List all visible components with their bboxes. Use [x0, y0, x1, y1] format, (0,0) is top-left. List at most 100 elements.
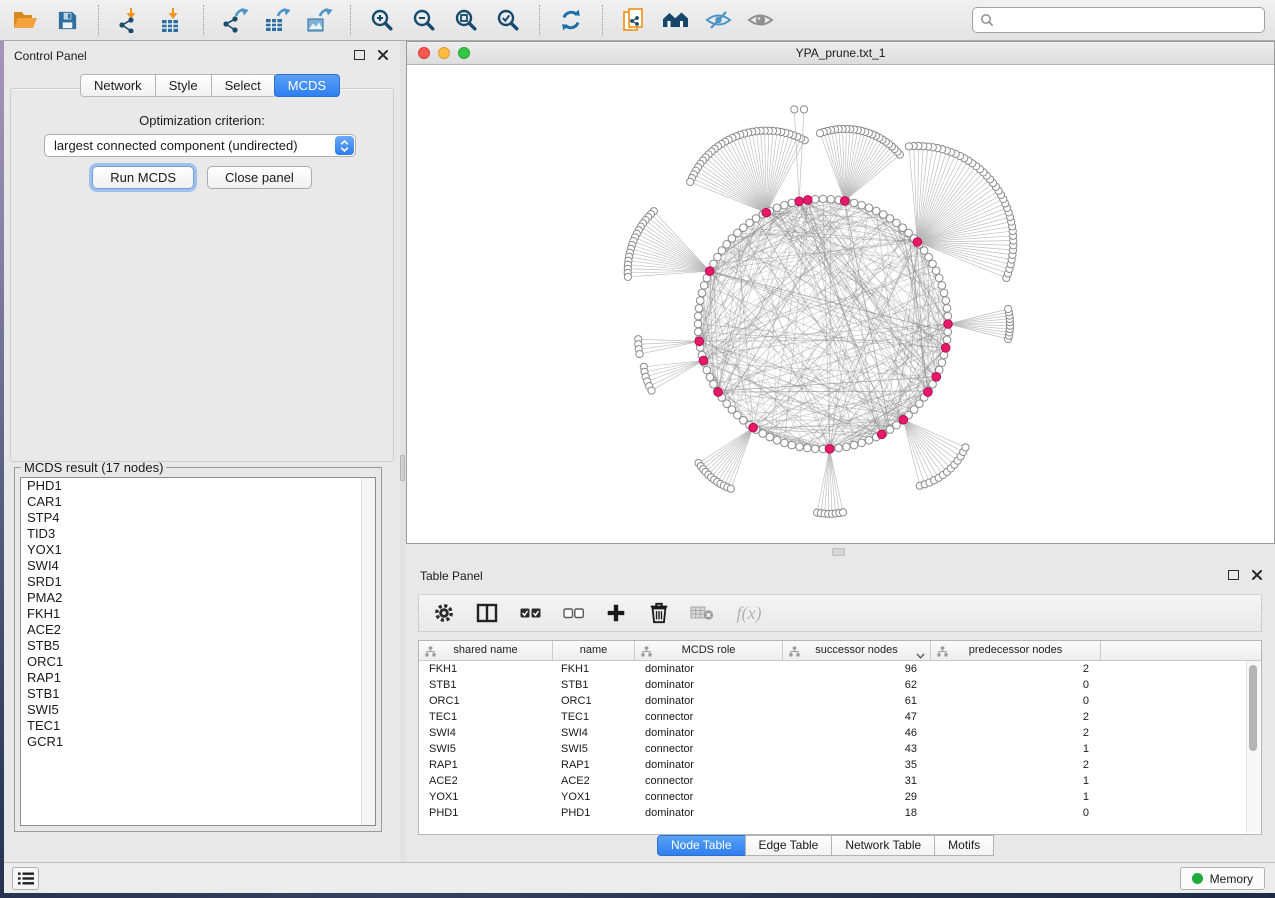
control-panel: Control Panel NetworkStyleSelectMCDS Opt… [4, 41, 400, 862]
toolbar-zoom-group [357, 3, 533, 37]
mcds-result-item[interactable]: SRD1 [21, 574, 375, 590]
plus-icon [606, 603, 626, 623]
mcds-result-item[interactable]: TID3 [21, 526, 375, 542]
divider-grip[interactable] [400, 455, 405, 481]
table-row[interactable]: PHD1 PHD1 dominator 18 0 [419, 805, 1261, 821]
open-folder-icon [12, 8, 38, 32]
open-session-button[interactable] [4, 3, 46, 37]
table-tab[interactable]: Node Table [657, 835, 746, 856]
mcds-result-item[interactable]: FKH1 [21, 606, 375, 622]
column-header[interactable]: name [553, 641, 635, 660]
chevron-updown-icon [335, 136, 354, 155]
table-tab[interactable]: Motifs [934, 835, 994, 856]
minimize-window-icon[interactable] [438, 47, 450, 59]
show-column-panes-button[interactable] [474, 599, 500, 627]
new-network-from-selection-button[interactable] [613, 3, 655, 37]
mcds-result-item[interactable]: STP4 [21, 510, 375, 526]
zoom-in-icon [369, 7, 395, 33]
export-network-icon [222, 7, 249, 33]
mcds-list-scrollbar[interactable] [361, 478, 375, 825]
close-panel-icon[interactable] [378, 50, 388, 60]
fit-content-button[interactable] [445, 3, 487, 37]
criterion-value: largest connected component (undirected) [45, 138, 335, 153]
toolbar-separator [602, 5, 603, 35]
control-panel-tab[interactable]: Select [211, 74, 275, 97]
control-panel-title: Control Panel [14, 49, 87, 63]
control-panel-tab[interactable]: Network [80, 74, 156, 97]
table-row[interactable]: SWI4 SWI4 dominator 46 2 [419, 725, 1261, 741]
import-table-button[interactable] [151, 3, 193, 37]
table-row[interactable]: TEC1 TEC1 connector 47 2 [419, 709, 1261, 725]
horizontal-split-grip[interactable] [832, 548, 845, 556]
close-panel-button[interactable]: Close panel [207, 166, 312, 189]
zoom-in-button[interactable] [361, 3, 403, 37]
apply-function-button[interactable]: f(x) [732, 599, 766, 627]
network-window-titlebar[interactable]: YPA_prune.txt_1 [407, 42, 1274, 65]
table-row[interactable]: ORC1 ORC1 dominator 61 0 [419, 693, 1261, 709]
control-panel-tab[interactable]: Style [155, 74, 212, 97]
mcds-result-item[interactable]: YOX1 [21, 542, 375, 558]
float-panel-icon[interactable] [354, 50, 365, 60]
toolbar-separator [350, 5, 351, 35]
delete-table-button[interactable] [689, 599, 715, 627]
show-graphics-details-button[interactable] [739, 3, 781, 37]
table-row[interactable]: FKH1 FKH1 dominator 96 2 [419, 661, 1261, 677]
network-canvas[interactable] [407, 65, 1274, 544]
table-body: FKH1 FKH1 dominator 96 2 STB1 STB1 domin… [419, 661, 1261, 821]
import-network-button[interactable] [109, 3, 151, 37]
column-settings-button[interactable] [431, 599, 457, 627]
mcds-result-item[interactable]: SWI4 [21, 558, 375, 574]
mcds-result-item[interactable]: ACE2 [21, 622, 375, 638]
control-panel-tab[interactable]: MCDS [274, 74, 340, 97]
zoom-out-button[interactable] [403, 3, 445, 37]
mcds-result-item[interactable]: STB5 [21, 638, 375, 654]
mcds-result-item[interactable]: RAP1 [21, 670, 375, 686]
export-image-button[interactable] [298, 3, 340, 37]
table-row[interactable]: STB1 STB1 dominator 62 0 [419, 677, 1261, 693]
mcds-result-item[interactable]: CAR1 [21, 494, 375, 510]
export-network-button[interactable] [214, 3, 256, 37]
show-home-button[interactable] [655, 3, 697, 37]
criterion-select[interactable]: largest connected component (undirected) [44, 134, 356, 157]
mcds-result-item[interactable]: TEC1 [21, 718, 375, 734]
apply-layout-button[interactable] [550, 3, 592, 37]
zoom-selected-button[interactable] [487, 3, 529, 37]
close-window-icon[interactable] [418, 47, 430, 59]
mcds-result-item[interactable]: PHD1 [21, 478, 375, 494]
column-header[interactable]: successor nodes [783, 641, 931, 660]
select-all-rows-button[interactable] [517, 599, 543, 627]
mcds-result-item[interactable]: GCR1 [21, 734, 375, 750]
deselect-all-rows-button[interactable] [560, 599, 586, 627]
table-row[interactable]: SWI5 SWI5 connector 43 1 [419, 741, 1261, 757]
export-table-button[interactable] [256, 3, 298, 37]
mcds-result-item[interactable]: SWI5 [21, 702, 375, 718]
save-session-button[interactable] [46, 3, 88, 37]
memory-button[interactable]: Memory [1180, 867, 1265, 890]
table-panel: Table Panel f(x) [406, 562, 1275, 862]
close-panel-icon[interactable] [1252, 570, 1262, 580]
float-panel-icon[interactable] [1228, 570, 1239, 580]
run-mcds-button[interactable]: Run MCDS [92, 166, 194, 189]
toolbar-separator [203, 5, 204, 35]
table-row[interactable]: ACE2 ACE2 connector 31 1 [419, 773, 1261, 789]
search-input[interactable] [999, 12, 1257, 28]
task-history-button[interactable] [12, 867, 39, 890]
column-header[interactable]: MCDS role [635, 641, 783, 660]
column-header[interactable]: predecessor nodes [931, 641, 1101, 660]
houses-icon [662, 8, 690, 32]
table-scrollbar[interactable] [1246, 661, 1260, 833]
table-row[interactable]: RAP1 RAP1 dominator 35 2 [419, 757, 1261, 773]
hide-graphics-details-button[interactable] [697, 3, 739, 37]
mcds-result-item[interactable]: PMA2 [21, 590, 375, 606]
scrollbar-thumb[interactable] [1249, 665, 1257, 751]
table-tab[interactable]: Network Table [831, 835, 935, 856]
maximize-window-icon[interactable] [458, 47, 470, 59]
table-row[interactable]: YOX1 YOX1 connector 29 1 [419, 789, 1261, 805]
table-tab[interactable]: Edge Table [745, 835, 833, 856]
delete-row-button[interactable] [646, 599, 672, 627]
mcds-result-item[interactable]: ORC1 [21, 654, 375, 670]
mcds-result-list[interactable]: PHD1CAR1STP4TID3YOX1SWI4SRD1PMA2FKH1ACE2… [20, 477, 376, 826]
mcds-result-item[interactable]: STB1 [21, 686, 375, 702]
add-row-button[interactable] [603, 599, 629, 627]
column-header[interactable]: shared name [419, 641, 553, 660]
